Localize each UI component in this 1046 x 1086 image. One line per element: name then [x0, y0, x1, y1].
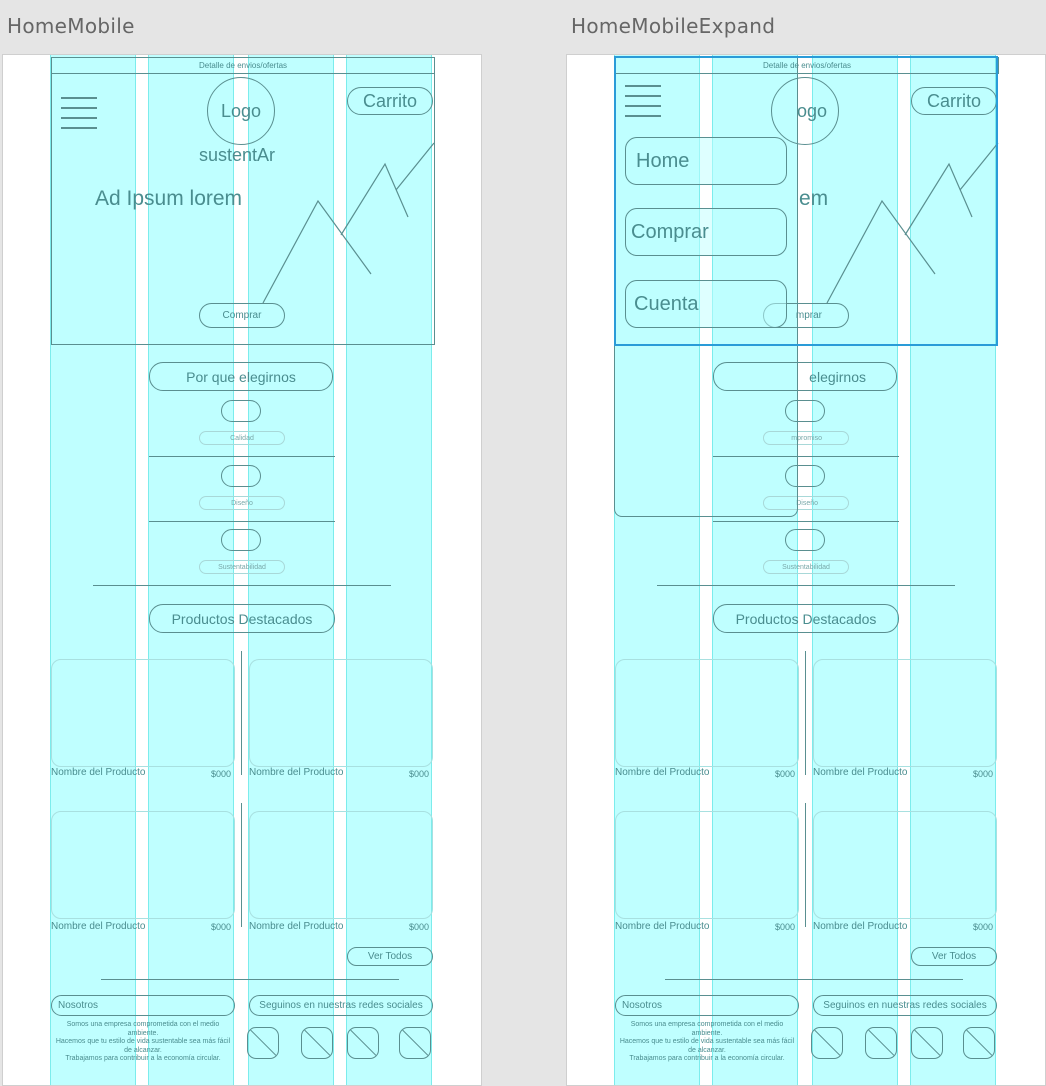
- social-heading: Seguinos en nuestras redes sociales: [249, 995, 433, 1016]
- product-name[interactable]: Nombre del Producto: [249, 921, 344, 932]
- product-price: $000: [211, 769, 232, 779]
- product-price: $000: [973, 769, 994, 779]
- feature-label: Calidad: [199, 431, 285, 445]
- divider: [149, 521, 335, 522]
- see-all-button[interactable]: Ver Todos: [347, 947, 433, 966]
- section-divider: [93, 585, 391, 586]
- divider: [241, 651, 242, 775]
- about-line: Trabajamos para contribuir a la economía…: [65, 1055, 221, 1063]
- about-line: Hacemos que tu estilo de vida sustentabl…: [55, 1038, 231, 1054]
- product-name[interactable]: Nombre del Producto: [249, 767, 344, 778]
- feature-icon: [221, 465, 261, 487]
- why-us-heading: Por que elegirnos: [149, 362, 333, 391]
- product-price: $000: [409, 769, 430, 779]
- product-card-image[interactable]: [249, 659, 433, 767]
- about-us-heading[interactable]: Nosotros: [51, 995, 235, 1016]
- hero-buy-button[interactable]: Comprar: [199, 303, 285, 328]
- product-price: $000: [211, 922, 232, 932]
- product-card-image[interactable]: [249, 811, 433, 919]
- social-icon[interactable]: [865, 1027, 897, 1059]
- social-heading: Seguinos en nuestras redes sociales: [813, 995, 997, 1016]
- social-icon[interactable]: [347, 1027, 379, 1059]
- product-card-image[interactable]: [813, 811, 997, 919]
- product-price: $000: [775, 769, 796, 779]
- section-divider: [657, 585, 955, 586]
- selection-frame: [614, 56, 998, 346]
- about-us-text: Somos una empresa comprometida con el me…: [615, 1021, 799, 1064]
- social-icon[interactable]: [301, 1027, 333, 1059]
- divider: [149, 456, 335, 457]
- feature-label: Diseño: [199, 496, 285, 510]
- feature-label: Sustentabilidad: [763, 560, 849, 574]
- see-all-button[interactable]: Ver Todos: [911, 947, 997, 966]
- social-icon[interactable]: [399, 1027, 431, 1059]
- divider: [805, 651, 806, 775]
- product-name[interactable]: Nombre del Producto: [51, 767, 146, 778]
- feature-icon: [221, 529, 261, 551]
- section-divider: [665, 979, 963, 980]
- about-line: Trabajamos para contribuir a la economía…: [629, 1055, 785, 1063]
- product-name[interactable]: Nombre del Producto: [51, 921, 146, 932]
- product-card-image[interactable]: [615, 659, 799, 767]
- product-price: $000: [409, 922, 430, 932]
- product-name[interactable]: Nombre del Producto: [615, 767, 710, 778]
- about-line: Somos una empresa comprometida con el me…: [66, 1021, 220, 1037]
- product-card-image[interactable]: [51, 659, 235, 767]
- divider: [805, 803, 806, 927]
- artboard-home-mobile[interactable]: Detalle de envios/ofertas Logo sustentAr…: [2, 54, 482, 1086]
- product-price: $000: [973, 922, 994, 932]
- product-name[interactable]: Nombre del Producto: [813, 767, 908, 778]
- about-us-text: Somos una empresa comprometida con el me…: [51, 1021, 235, 1064]
- feature-label: Sustentabilidad: [199, 560, 285, 574]
- featured-products-heading: Productos Destacados: [713, 604, 899, 633]
- product-card-image[interactable]: [813, 659, 997, 767]
- divider: [713, 521, 899, 522]
- product-price: $000: [775, 922, 796, 932]
- about-us-heading[interactable]: Nosotros: [615, 995, 799, 1016]
- artboard-title-home-mobile[interactable]: HomeMobile: [7, 14, 135, 38]
- featured-products-heading: Productos Destacados: [149, 604, 335, 633]
- product-card-image[interactable]: [615, 811, 799, 919]
- product-name[interactable]: Nombre del Producto: [813, 921, 908, 932]
- about-line: Somos una empresa comprometida con el me…: [630, 1021, 784, 1037]
- feature-icon: [221, 400, 261, 422]
- divider: [241, 803, 242, 927]
- social-icon[interactable]: [247, 1027, 279, 1059]
- product-card-image[interactable]: [51, 811, 235, 919]
- about-line: Hacemos que tu estilo de vida sustentabl…: [619, 1038, 795, 1054]
- artboard-home-mobile-expand[interactable]: Detalle de envios/ofertas ogo Carrito em…: [566, 54, 1046, 1086]
- section-divider: [101, 979, 399, 980]
- social-icon[interactable]: [911, 1027, 943, 1059]
- artboard-title-home-mobile-expand[interactable]: HomeMobileExpand: [571, 14, 775, 38]
- social-icon[interactable]: [811, 1027, 843, 1059]
- feature-icon: [785, 529, 825, 551]
- product-name[interactable]: Nombre del Producto: [615, 921, 710, 932]
- social-icon[interactable]: [963, 1027, 995, 1059]
